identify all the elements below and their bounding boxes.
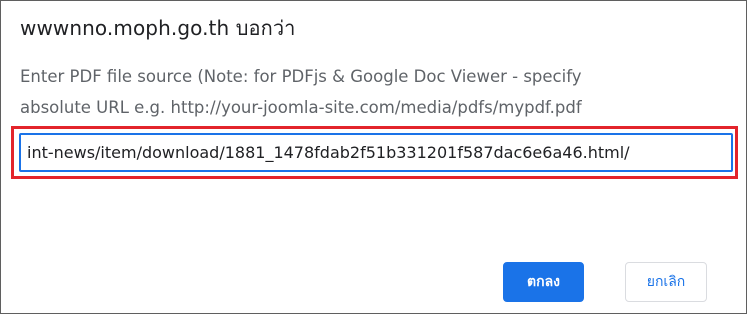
pdf-source-input[interactable]	[21, 135, 731, 170]
ok-button-label: ตกลง	[527, 274, 560, 290]
pdf-source-field[interactable]	[19, 133, 733, 172]
ok-button[interactable]: ตกลง	[503, 262, 584, 302]
cancel-button-label: ยกเลิก	[646, 274, 686, 290]
dialog-message-line-1: Enter PDF file source (Note: for PDFjs &…	[20, 67, 582, 86]
dialog-title: wwwnno.moph.go.th บอกว่า	[20, 16, 296, 40]
cancel-button[interactable]: ยกเลิก	[625, 262, 707, 302]
dialog-message-line-2: absolute URL e.g. http://your-joomla-sit…	[20, 98, 582, 117]
dialog-message: Enter PDF file source (Note: for PDFjs &…	[20, 61, 735, 123]
